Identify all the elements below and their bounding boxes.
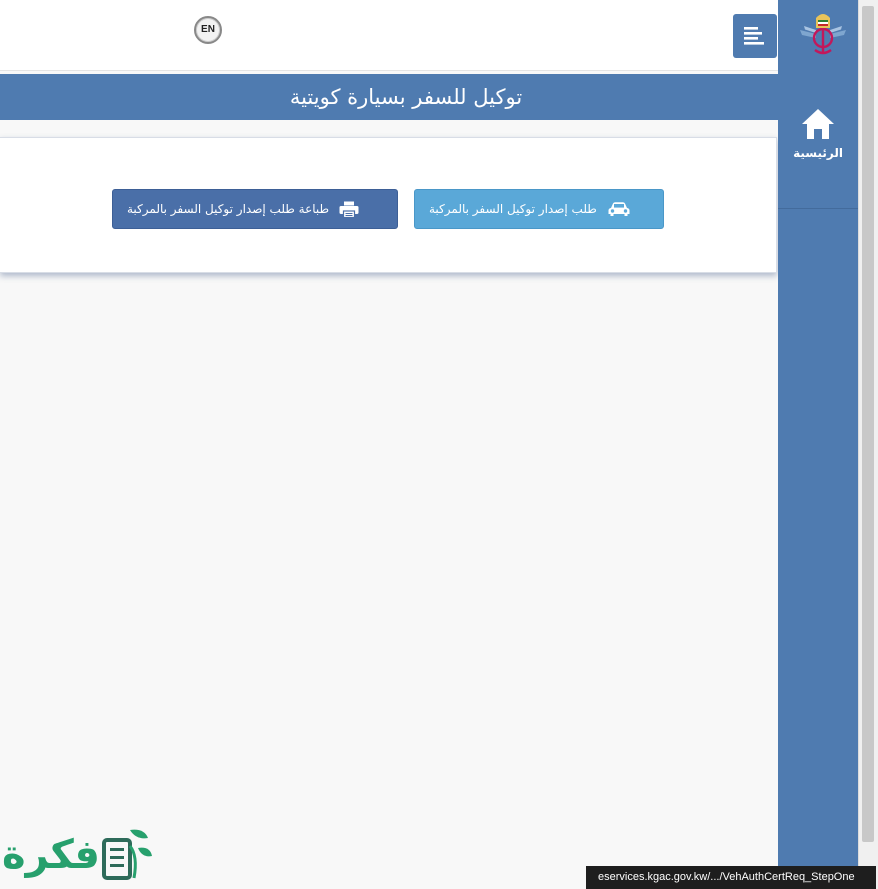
page-title-bar: توكيل للسفر بسيارة كويتية — [0, 74, 778, 120]
menu-toggle-button[interactable] — [733, 14, 777, 58]
vertical-scrollbar[interactable] — [858, 0, 878, 889]
kgac-logo-icon[interactable] — [796, 8, 850, 58]
sidebar-item-home[interactable]: الرئيسية — [778, 104, 858, 209]
print-authorization-request-button[interactable]: طباعة طلب إصدار توكيل السفر بالمركبة — [112, 189, 398, 229]
print-button-label: طباعة طلب إصدار توكيل السفر بالمركبة — [127, 202, 330, 216]
language-toggle-button[interactable]: EN — [194, 16, 222, 44]
scrollbar-thumb[interactable] — [862, 6, 874, 842]
home-icon — [802, 109, 834, 139]
vehicle-authorization-request-button[interactable]: طلب إصدار توكيل السفر بالمركبة — [414, 189, 664, 229]
actions-panel: طلب إصدار توكيل السفر بالمركبة طباعة طلب… — [0, 137, 777, 273]
request-button-label: طلب إصدار توكيل السفر بالمركبة — [429, 202, 597, 216]
top-header: EN — [0, 0, 778, 71]
browser-status-url: eservices.kgac.gov.kw/.../VehAuthCertReq… — [586, 866, 876, 889]
site-watermark: فكرة — [2, 826, 152, 886]
sidebar-item-home-label: الرئيسية — [793, 146, 843, 160]
page-title: توكيل للسفر بسيارة كويتية — [289, 85, 523, 109]
book-leaf-icon — [102, 829, 152, 880]
printer-icon — [339, 201, 359, 218]
menu-lines-icon — [744, 27, 764, 45]
right-sidebar: الرئيسية — [778, 0, 858, 889]
car-icon — [607, 201, 631, 217]
watermark-text: فكرة — [2, 832, 100, 878]
